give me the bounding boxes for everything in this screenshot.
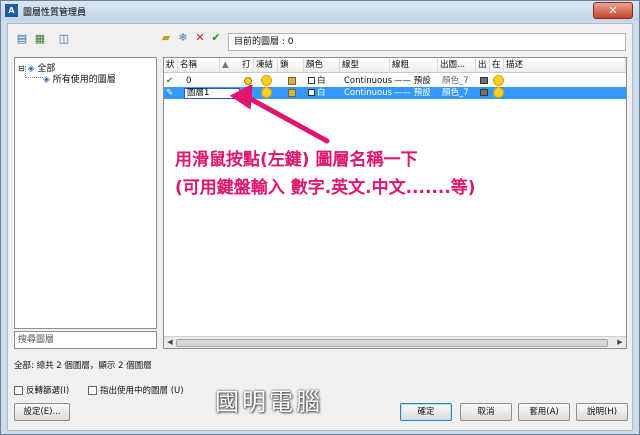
sort-ascending-icon: ▲ [222,60,229,70]
layer-status-icon: ✎ [166,88,174,98]
app-icon: A [5,4,18,17]
watermark: 國明電腦 [215,388,323,416]
indicate-layers-checkbox[interactable]: 指出使用中的圖層 (U) [88,385,184,397]
grid-header: 狀 名稱 ▲ 打 凍結 鎖 顏色 線型 線粗 出圖... 出 在 描述 [164,58,626,73]
col-linetype[interactable]: 線型 [340,58,390,73]
plotstyle-value: 顏色_7 [442,76,469,86]
scroll-thumb[interactable] [176,339,608,347]
ok-button[interactable]: 確定 [400,403,452,421]
col-name[interactable]: 名稱 [178,58,220,73]
lineweight-value[interactable]: —— 預設 [392,75,440,87]
scroll-right-icon[interactable]: ▶ [614,337,626,348]
printer-icon[interactable] [478,75,490,87]
layer-properties-window: A 圖層性質管理員 ✕ ▤ ▦ ◫ ▰ ❄ ✕ ✔ 目前的圖層 : 0 ⊟ ◈ … [0,0,640,435]
help-button[interactable]: 說明(H) [576,403,628,421]
vp-freeze-icon[interactable] [492,87,504,99]
col-plot[interactable]: 出 [476,58,490,73]
close-button[interactable]: ✕ [593,2,633,19]
col-plot-style[interactable]: 出圖... [438,58,476,73]
status-text: 全部: 總共 2 個圖層，顯示 2 個圖層 [14,361,152,371]
col-freeze[interactable]: 凍結 [254,58,278,73]
col-status[interactable]: 狀 [164,58,178,73]
horizontal-scrollbar[interactable]: ◀ ▶ [164,336,626,348]
new-layer-icon[interactable]: ▰ [158,31,174,45]
cancel-button[interactable]: 取消 [460,403,512,421]
vp-freeze-icon[interactable] [492,75,504,87]
col-description[interactable]: 描述 [504,58,626,73]
col-on[interactable]: 打 [240,58,254,73]
plotstyle-value: 顏色_7 [442,88,469,98]
settings-button[interactable]: 設定(E)... [14,403,70,421]
invert-filter-checkbox[interactable]: 反轉篩選(I) [14,385,69,397]
lineweight-value[interactable]: —— 預設 [392,87,440,99]
current-layer-display: 目前的圖層 : 0 [228,33,626,51]
new-group-filter-icon[interactable]: ▦ [32,32,48,46]
instruction-callout: 用滑鼠按點(左鍵) 圖層名稱一下 (可用鍵盤輸入 數字.英文.中文.......… [175,146,476,202]
callout-line-1: 用滑鼠按點(左鍵) 圖層名稱一下 [175,150,418,170]
col-lineweight[interactable]: 線粗 [390,58,438,73]
title-bar[interactable]: A 圖層性質管理員 ✕ [1,1,639,21]
col-new-vp-freeze[interactable]: 在 [490,58,504,73]
tree-connector [25,66,43,78]
search-layer-field[interactable]: 搜尋圖層 [14,331,157,349]
scroll-left-icon[interactable]: ◀ [164,337,176,348]
callout-line-2: (可用鍵盤輸入 數字.英文.中文.......等) [175,178,476,198]
delete-layer-icon[interactable]: ✕ [192,31,208,45]
current-status-icon: ✔ [166,76,174,86]
col-lock[interactable]: 鎖 [278,58,304,73]
new-layer-vp-frozen-icon[interactable]: ❄ [175,31,191,45]
callout-arrow-icon [229,85,330,144]
printer-icon[interactable] [478,87,490,99]
layer-states-icon[interactable]: ◫ [56,32,72,46]
tree-item-used-layers[interactable]: ◈ 所有使用的圖層 [43,72,116,85]
apply-button[interactable]: 套用(A) [518,403,570,421]
linetype-value[interactable]: Continuous [342,87,392,99]
layers-icon: ◈ [43,75,50,85]
linetype-value[interactable]: Continuous [342,75,392,87]
new-property-filter-icon[interactable]: ▤ [14,32,30,46]
col-color[interactable]: 顏色 [304,58,340,73]
window-title: 圖層性質管理員 [23,8,87,18]
set-current-icon[interactable]: ✔ [208,31,224,45]
collapse-icon[interactable]: ⊟ [18,64,25,73]
filter-tree[interactable]: ⊟ ◈ 全部 ◈ 所有使用的圖層 [14,57,157,329]
